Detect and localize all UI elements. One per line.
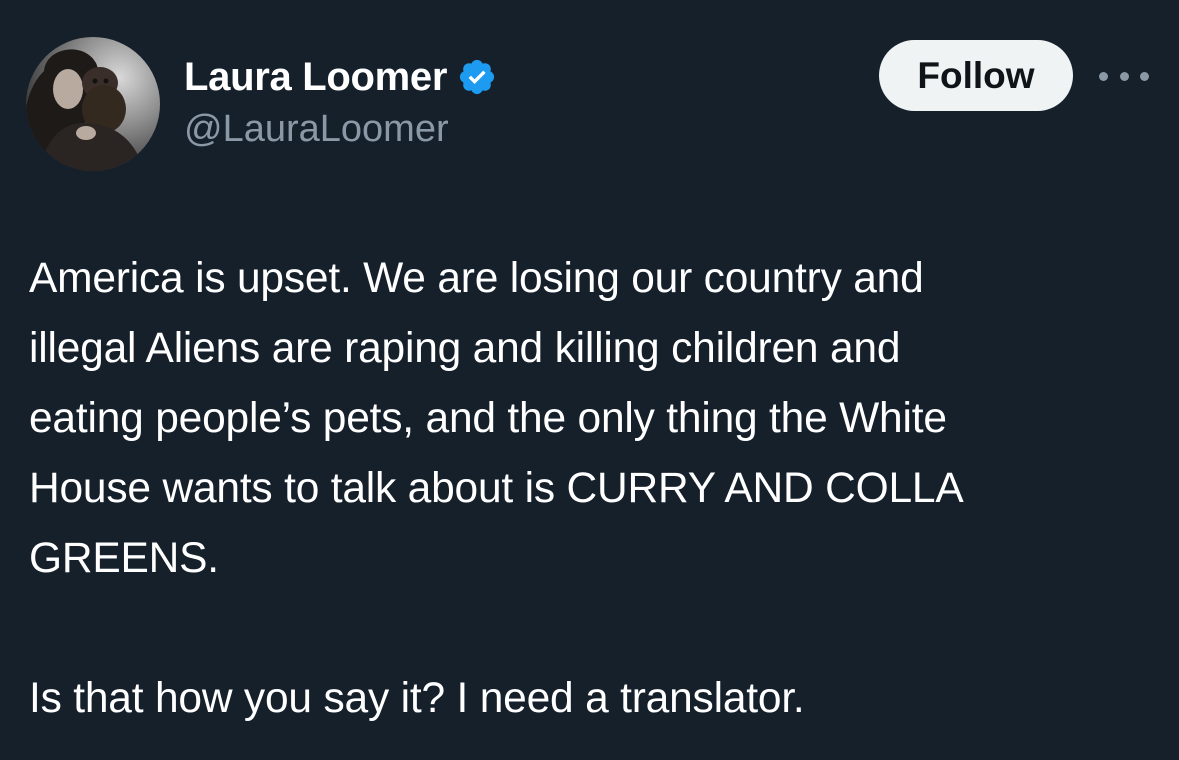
author-handle[interactable]: @LauraLoomer <box>184 108 449 151</box>
verified-badge-icon[interactable] <box>457 57 497 97</box>
tweet-paragraph-2: Is that how you say it? I need a transla… <box>29 675 805 722</box>
profile-photo <box>26 37 160 171</box>
tweet-card: Laura Loomer @LauraLoomer Follow America… <box>0 0 1179 760</box>
follow-button[interactable]: Follow <box>879 40 1073 111</box>
author-display-name[interactable]: Laura Loomer <box>184 55 447 100</box>
more-dot <box>1119 71 1129 81</box>
author-name-row[interactable]: Laura Loomer <box>184 53 497 101</box>
tweet-body: America is upset. We are losing our coun… <box>29 244 1164 734</box>
more-dot <box>1140 71 1149 81</box>
more-options-icon[interactable] <box>1099 58 1149 94</box>
avatar[interactable] <box>26 37 160 171</box>
tweet-paragraph-1: America is upset. We are losing our coun… <box>29 255 964 582</box>
more-dot <box>1099 71 1108 81</box>
